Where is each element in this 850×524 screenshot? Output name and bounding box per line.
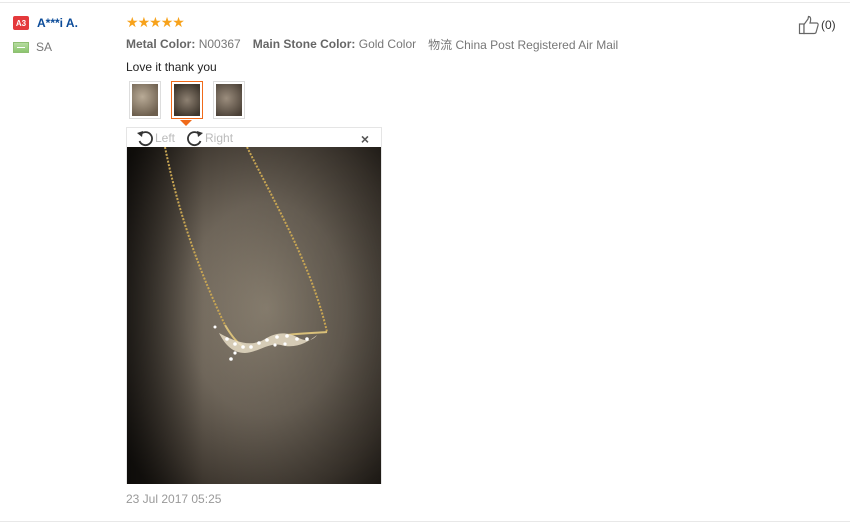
attr-label: Main Stone Color: [252,37,356,51]
attr-metal-color: Metal Color: N00367 [126,37,241,51]
reviewer-name[interactable]: A***i A. [37,16,78,30]
member-level-badge: A3 [13,16,29,30]
attr-value: N00367 [198,37,241,51]
top-divider [0,2,850,3]
helpful-button[interactable]: (0) [798,15,836,35]
photo-viewer: Left Right × [126,127,382,484]
viewer-toolbar: Left Right × [127,128,381,147]
star-icon: ★ [149,14,162,30]
review-body: ★ ★ ★ ★ ★ Metal Color: N00367 Main Stone… [126,14,786,76]
attr-value: China Post Registered Air Mail [455,37,619,52]
star-icon: ★ [126,14,139,30]
attr-label: Metal Color: [126,37,196,51]
star-icon: ★ [172,14,185,30]
attr-label: 物流 [428,37,453,52]
order-attributes: Metal Color: N00367 Main Stone Color: Go… [126,35,786,53]
star-icon: ★ [137,14,151,30]
rotate-right-label: Right [205,130,234,145]
country-code: SA [36,40,53,54]
review-date: 23 Jul 2017 05:25 [126,492,222,506]
attr-main-stone-color: Main Stone Color: Gold Color [253,37,416,51]
reviewer-info: A3 A***i A. SA [13,14,113,56]
rotate-right-button[interactable]: Right [185,129,233,147]
photo-thumbnail[interactable] [129,81,161,119]
rotate-right-icon [187,130,204,146]
thumbnail-image [174,84,200,116]
helpful-count: (0) [821,18,836,32]
star-rating: ★ ★ ★ ★ ★ [126,14,786,30]
thumbnail-image [132,84,158,116]
necklace-photo-image [127,147,381,484]
rotate-left-label: Left [155,130,176,145]
country-flag-icon [13,41,29,53]
bottom-divider [0,521,850,522]
reviewer-row: A3 A***i A. [13,14,113,32]
rotate-left-button[interactable]: Left [135,129,175,147]
review-text: Love it thank you [126,60,217,74]
thumbs-up-icon [798,15,819,35]
star-icon: ★ [160,14,174,30]
photo-thumbnail-selected[interactable] [171,81,203,119]
selected-thumbnail-caret-icon [180,120,192,126]
rotate-left-icon [137,130,153,146]
thumbnail-image [216,84,242,116]
attr-logistics: 物流 China Post Registered Air Mail [428,36,618,53]
photo-thumbnail[interactable] [213,81,245,119]
close-icon[interactable]: × [361,131,369,147]
review-photo-thumbnails [129,81,255,119]
review-photo [127,147,381,484]
attr-value: Gold Color [358,37,417,51]
country-row: SA [13,38,113,56]
